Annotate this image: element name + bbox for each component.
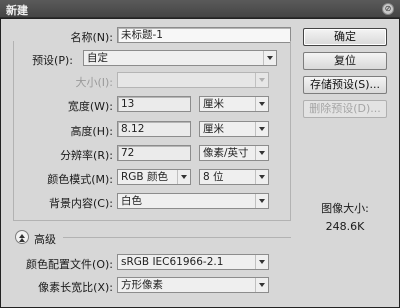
chevron-down-icon [255, 278, 268, 292]
chevron-down-icon [255, 73, 268, 87]
size-label: 大小(I): [75, 76, 113, 89]
chevron-down-icon [255, 255, 268, 269]
preset-label: 预设(P): [32, 54, 73, 67]
resolution-unit-select[interactable]: 像素/英寸 [199, 145, 269, 161]
window-title: 新建 [6, 4, 28, 17]
color-mode-value: RGB 颜色 [121, 171, 168, 183]
image-size-value: 248.6K [325, 220, 365, 233]
height-unit-select[interactable]: 厘米 [199, 121, 269, 137]
pixel-aspect-select[interactable]: 方形像素 [117, 277, 269, 293]
chevron-down-icon [255, 97, 268, 111]
background-select[interactable]: 白色 [117, 193, 269, 209]
preset-value: 自定 [87, 52, 108, 64]
collapse-advanced-icon[interactable] [15, 230, 29, 244]
ok-button[interactable]: 确定 [303, 28, 387, 46]
advanced-label: 高级 [34, 233, 56, 246]
width-unit-select[interactable]: 厘米 [199, 96, 269, 112]
bit-depth-select[interactable]: 8 位 [199, 169, 269, 185]
color-profile-select[interactable]: sRGB IEC61966-2.1 [117, 254, 269, 270]
height-unit-value: 厘米 [203, 123, 224, 135]
resolution-input[interactable]: 72 [117, 145, 191, 161]
reset-button[interactable]: 复位 [303, 52, 387, 70]
chevron-down-icon [255, 170, 268, 184]
chevron-down-icon [255, 146, 268, 160]
color-profile-value: sRGB IEC61966-2.1 [121, 256, 224, 268]
color-mode-select[interactable]: RGB 颜色 [117, 169, 191, 185]
chevron-down-icon [255, 194, 268, 208]
chevron-down-icon [255, 122, 268, 136]
size-select [117, 72, 269, 88]
title-bar: 新建 ⊘ [0, 0, 400, 18]
resolution-label: 分辨率(R): [60, 149, 113, 162]
bit-depth-value: 8 位 [203, 171, 224, 183]
delete-preset-button: 删除预设(D)... [303, 100, 387, 118]
width-label: 宽度(W): [67, 100, 113, 113]
background-label: 背景内容(C): [49, 197, 113, 210]
pixel-aspect-value: 方形像素 [121, 279, 163, 291]
image-size-label: 图像大小: [321, 202, 369, 215]
width-input[interactable]: 13 [117, 96, 191, 112]
new-document-dialog: 名称(N): 未标题-1 预设(P): 自定 大小(I): 宽度(W): 13 … [0, 18, 400, 308]
save-preset-button[interactable]: 存储预设(S)... [303, 76, 387, 94]
advanced-divider [63, 237, 291, 238]
color-mode-label: 颜色模式(M): [47, 173, 113, 186]
resolution-unit-value: 像素/英寸 [203, 147, 249, 159]
width-unit-value: 厘米 [203, 98, 224, 110]
close-icon[interactable]: ⊘ [382, 3, 394, 15]
preset-select[interactable]: 自定 [83, 50, 277, 66]
height-input[interactable]: 8.12 [117, 121, 191, 137]
chevron-down-icon [263, 51, 276, 65]
background-value: 白色 [121, 195, 142, 207]
color-profile-label: 颜色配置文件(O): [26, 258, 113, 271]
height-label: 高度(H): [70, 125, 113, 138]
chevron-down-icon [177, 170, 190, 184]
pixel-aspect-label: 像素长宽比(X): [38, 281, 113, 294]
